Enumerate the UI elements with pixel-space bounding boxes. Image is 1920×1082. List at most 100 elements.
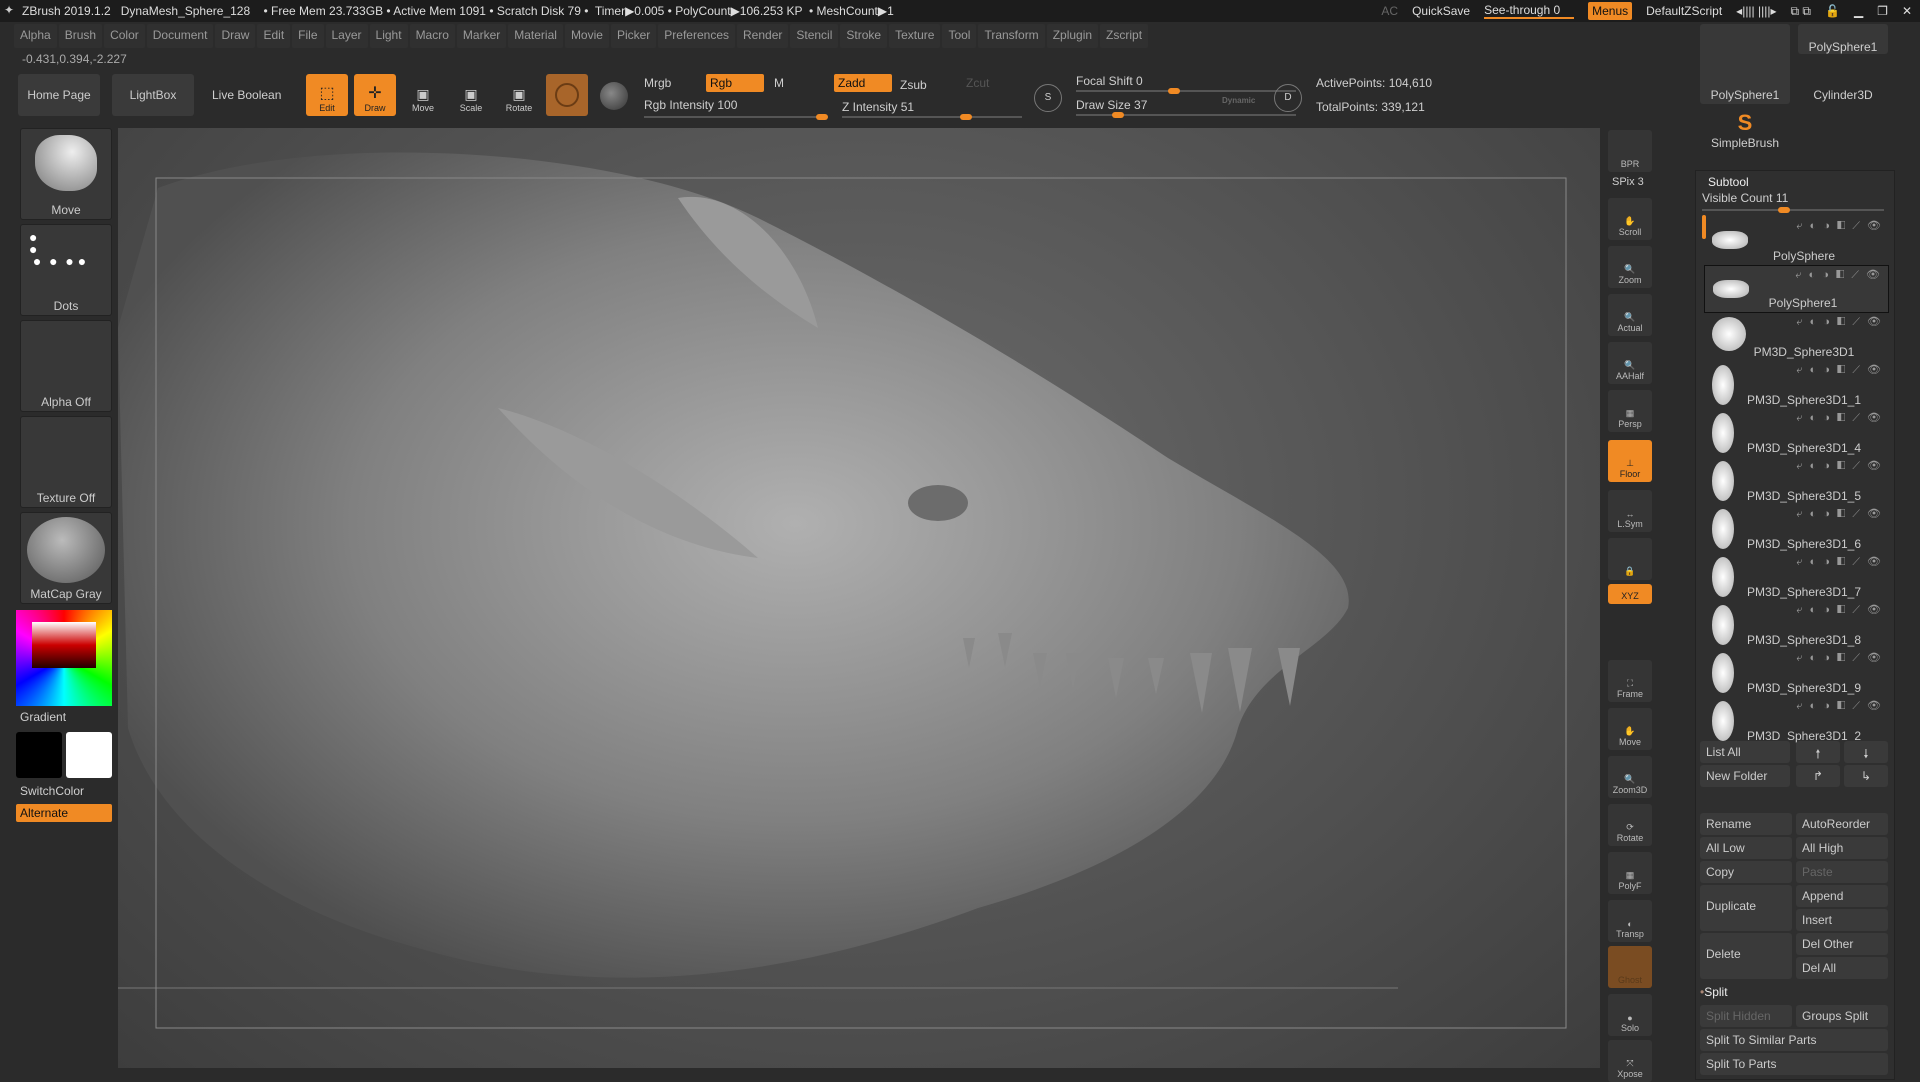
aahalf-button[interactable]: 🔍 AAHalf [1608, 342, 1652, 384]
move-down-button[interactable]: 🠗 [1844, 741, 1888, 763]
menu-stencil[interactable]: Stencil [790, 24, 839, 48]
rename-button[interactable]: Rename [1700, 813, 1792, 835]
split-similar-parts-button[interactable]: Split To Similar Parts [1700, 1029, 1888, 1051]
material-sphere-button[interactable] [546, 74, 588, 116]
draw-size-slider[interactable] [1076, 112, 1296, 118]
quicksave-button[interactable]: QuickSave [1412, 4, 1470, 18]
subtool-item[interactable]: ⤶ ◐ ◑ ◧ ⟋ 👁 PM3D_Sphere3D1 [1704, 313, 1889, 361]
tool-thumb-cylinder3d[interactable]: Cylinder3D [1798, 70, 1888, 106]
edit-button[interactable]: ⬚ Edit [306, 74, 348, 116]
window-icons[interactable]: ⧉ ⧉ [1791, 4, 1811, 19]
subtool-item[interactable]: ⤶ ◐ ◑ ◧ ⟋ 👁 PM3D_Sphere3D1_2 [1704, 697, 1889, 745]
mrgb-button[interactable]: Mrgb [644, 76, 671, 90]
insert-button[interactable]: Insert [1796, 909, 1888, 931]
scale-button[interactable]: ▣ Scale [450, 74, 492, 116]
menu-draw[interactable]: Draw [215, 24, 256, 48]
folder-arrow-icon[interactable]: ↱ [1796, 765, 1840, 787]
solo-button[interactable]: ● Solo [1608, 994, 1652, 1036]
copy-button[interactable]: Copy [1700, 861, 1792, 883]
focal-shift-slider[interactable] [1076, 88, 1296, 94]
menu-brush[interactable]: Brush [58, 24, 103, 48]
material-selector[interactable]: MatCap Gray [20, 512, 112, 604]
all-high-button[interactable]: All High [1796, 837, 1888, 859]
split-hidden-button[interactable]: Split Hidden [1700, 1005, 1792, 1027]
subtool-item[interactable]: ⤶ ◐ ◑ ◧ ⟋ 👁 PM3D_Sphere3D1_6 [1704, 505, 1889, 553]
ghost-button[interactable]: Ghost [1608, 946, 1652, 988]
layout-arrows-icon[interactable]: ◂|||| ||||▸ [1736, 4, 1776, 18]
menus-button[interactable]: Menus [1588, 2, 1633, 20]
menu-zplugin[interactable]: Zplugin [1046, 24, 1099, 48]
rotate-view-button[interactable]: ⟳ Rotate [1608, 804, 1652, 846]
menu-stroke[interactable]: Stroke [840, 24, 888, 48]
xpose-button[interactable]: ⤧ Xpose [1608, 1040, 1652, 1082]
menu-layer[interactable]: Layer [325, 24, 368, 48]
menu-macro[interactable]: Macro [409, 24, 455, 48]
move-up-button[interactable]: 🠕 [1796, 741, 1840, 763]
live-boolean-button[interactable]: Live Boolean [212, 88, 281, 102]
lock-icon[interactable]: 🔓 [1825, 4, 1840, 18]
color-square[interactable] [32, 622, 96, 668]
polyf-button[interactable]: ▦ PolyF [1608, 852, 1652, 894]
new-folder-button[interactable]: New Folder [1700, 765, 1790, 787]
subtool-item[interactable]: ⤶ ◐ ◑ ◧ ⟋ 👁 PM3D_Sphere3D1_9 [1704, 649, 1889, 697]
floor-button[interactable]: ⊥ Floor [1608, 440, 1652, 482]
rotate-button[interactable]: ▣ Rotate [498, 74, 540, 116]
actual-button[interactable]: 🔍 Actual [1608, 294, 1652, 336]
zsub-button[interactable]: Zsub [900, 78, 927, 92]
menu-material[interactable]: Material [508, 24, 563, 48]
menu-file[interactable]: File [292, 24, 324, 48]
menu-movie[interactable]: Movie [564, 24, 609, 48]
menu-document[interactable]: Document [146, 24, 214, 48]
default-zscript-button[interactable]: DefaultZScript [1646, 4, 1722, 18]
list-all-button[interactable]: List All [1700, 741, 1790, 763]
z-intensity-slider[interactable] [842, 114, 1022, 120]
lazy-mouse-d-icon[interactable]: D [1274, 84, 1302, 112]
subtool-toggle-icons[interactable]: ⤶ ◐ ◑ ◧ ⟋ 👁 [1796, 315, 1883, 329]
lsym-button[interactable]: ↔ L.Sym [1608, 490, 1652, 532]
stroke-sphere-icon[interactable] [600, 82, 628, 110]
folder-arrow2-icon[interactable]: ↳ [1844, 765, 1888, 787]
xyz-rotate-button[interactable]: XYZ [1608, 584, 1652, 604]
delete-button[interactable]: Delete [1700, 933, 1792, 979]
restore-icon[interactable]: ❐ [1877, 4, 1888, 18]
alpha-selector[interactable]: Alpha Off [20, 320, 112, 412]
menu-picker[interactable]: Picker [610, 24, 657, 48]
menu-marker[interactable]: Marker [456, 24, 507, 48]
autoreorder-button[interactable]: AutoReorder [1796, 813, 1888, 835]
texture-selector[interactable]: Texture Off [20, 416, 112, 508]
menu-alpha[interactable]: Alpha [14, 24, 57, 48]
frame-button[interactable]: ⛶ Frame [1608, 660, 1652, 702]
zoom-button[interactable]: 🔍 Zoom [1608, 246, 1652, 288]
all-low-button[interactable]: All Low [1700, 837, 1792, 859]
subtool-item[interactable]: ⤶ ◐ ◑ ◧ ⟋ 👁 PM3D_Sphere3D1_1 [1704, 361, 1889, 409]
gradient-label[interactable]: Gradient [20, 710, 66, 724]
del-all-button[interactable]: Del All [1796, 957, 1888, 979]
minimize-icon[interactable]: ▁ [1854, 4, 1863, 18]
move-button[interactable]: ▣ Move [402, 74, 444, 116]
rgb-button[interactable]: Rgb [706, 74, 764, 92]
subtool-toggle-icons[interactable]: ⤶ ◐ ◑ ◧ ⟋ 👁 [1795, 268, 1882, 282]
alternate-button[interactable]: Alternate [16, 804, 112, 822]
lazy-mouse-s-icon[interactable]: S [1034, 84, 1062, 112]
scroll-button[interactable]: ✋ Scroll [1608, 198, 1652, 240]
menu-transform[interactable]: Transform [978, 24, 1045, 48]
color-picker[interactable] [16, 610, 112, 706]
tool-thumb-polysphere1[interactable]: PolySphere1 [1798, 24, 1888, 54]
tool-thumb-simplebrush[interactable]: S SimpleBrush [1700, 110, 1790, 154]
menu-color[interactable]: Color [104, 24, 145, 48]
menu-zscript[interactable]: Zscript [1100, 24, 1149, 48]
secondary-color-swatch[interactable] [16, 732, 62, 778]
subtool-item[interactable]: ⤶ ◐ ◑ ◧ ⟋ 👁 PM3D_Sphere3D1_5 [1704, 457, 1889, 505]
menu-tool[interactable]: Tool [942, 24, 977, 48]
subtool-toggle-icons[interactable]: ⤶ ◐ ◑ ◧ ⟋ 👁 [1796, 651, 1883, 665]
home-page-button[interactable]: Home Page [18, 74, 100, 116]
paste-button[interactable]: Paste [1796, 861, 1888, 883]
subtool-item[interactable]: ⤶ ◐ ◑ ◧ ⟋ 👁 PM3D_Sphere3D1_8 [1704, 601, 1889, 649]
stroke-selector[interactable]: ● ● ● ● ● ● Dots [20, 224, 112, 316]
menu-preferences[interactable]: Preferences [658, 24, 735, 48]
groups-split-button[interactable]: Groups Split [1796, 1005, 1888, 1027]
del-other-button[interactable]: Del Other [1796, 933, 1888, 955]
subtool-toggle-icons[interactable]: ⤶ ◐ ◑ ◧ ⟋ 👁 [1796, 555, 1883, 569]
duplicate-button[interactable]: Duplicate [1700, 885, 1792, 931]
append-button[interactable]: Append [1796, 885, 1888, 907]
